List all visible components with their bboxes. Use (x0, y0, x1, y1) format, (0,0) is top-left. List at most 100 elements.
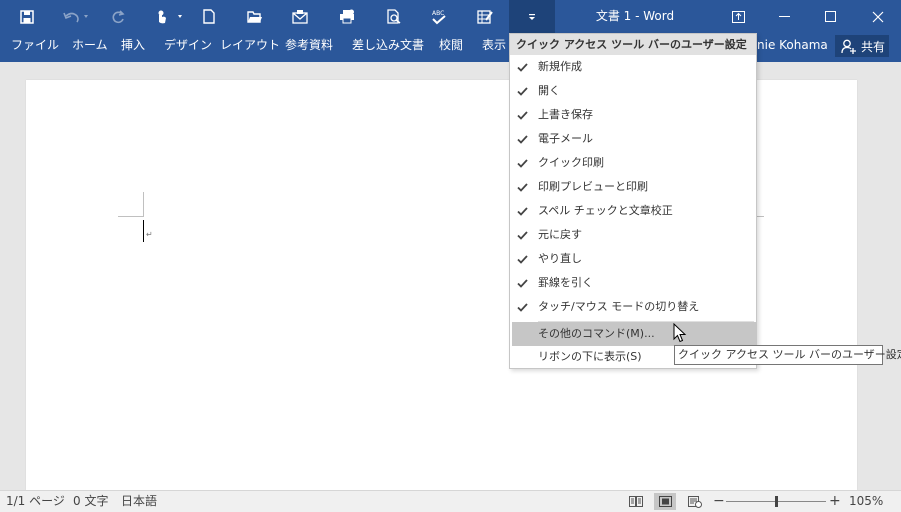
tab-view[interactable]: 表示 (482, 33, 506, 58)
zoom-slider[interactable] (726, 496, 826, 507)
undo-button[interactable] (58, 0, 94, 33)
margin-corner-mark (118, 216, 144, 217)
share-label: 共有 (861, 39, 886, 54)
share-person-icon (841, 39, 856, 54)
checkmark-icon (517, 103, 531, 127)
ribbon-display-icon (731, 10, 745, 23)
checkmark-icon (517, 223, 531, 247)
print-layout-button[interactable] (654, 493, 676, 510)
menu-item-label: リボンの下に表示(S) (538, 350, 642, 363)
share-button[interactable]: 共有 (835, 35, 889, 57)
menu-item-more-commands[interactable]: その他のコマンド(M)... (512, 322, 756, 346)
checkmark-icon (517, 55, 531, 79)
word-count[interactable]: 0 文字 (73, 491, 108, 512)
ribbon-tab-bar: ファイル ホーム 挿入 デザイン レイアウト 参考資料 差し込み文書 校閲 表示… (0, 33, 901, 62)
zoom-in-button[interactable]: + (829, 491, 841, 512)
checkmark-icon (517, 151, 531, 175)
margin-corner-mark (143, 192, 144, 217)
spell-check-icon: ABC (432, 10, 446, 24)
menu-item-touch-mode[interactable]: タッチ/マウス モードの切り替え (510, 295, 756, 319)
customize-qat-menu: クイック アクセス ツール バーのユーザー設定 新規作成 開く 上書き保存 電子… (509, 33, 757, 369)
checkmark-icon (517, 175, 531, 199)
menu-item-spelling[interactable]: スペル チェックと文章校正 (510, 199, 756, 223)
menu-item-email[interactable]: 電子メール (510, 127, 756, 151)
customize-qat-icon (529, 13, 535, 20)
print-preview-icon (386, 9, 400, 24)
tab-home[interactable]: ホーム (72, 33, 108, 58)
maximize-button[interactable] (807, 0, 853, 33)
tab-review[interactable]: 校閲 (439, 33, 463, 58)
minimize-button[interactable] (761, 0, 807, 33)
zoom-slider-thumb[interactable] (774, 496, 778, 507)
quick-print-button[interactable] (336, 0, 358, 33)
close-button[interactable] (855, 0, 901, 33)
new-document-icon (203, 9, 215, 24)
redo-icon (112, 9, 125, 23)
ribbon-display-options-button[interactable] (715, 0, 761, 33)
undo-icon (63, 12, 88, 22)
menu-item-label: 電子メール (538, 132, 593, 145)
read-mode-icon (629, 496, 643, 507)
draw-table-button[interactable] (474, 0, 496, 33)
quick-print-icon (340, 9, 354, 24)
menu-item-print-preview[interactable]: 印刷プレビューと印刷 (510, 175, 756, 199)
checkmark-icon (517, 199, 531, 223)
menu-item-redo[interactable]: やり直し (510, 247, 756, 271)
window-title: 文書 1 - Word (595, 9, 675, 23)
menu-item-label: 上書き保存 (538, 108, 593, 121)
touch-mode-icon (158, 10, 182, 23)
tab-mailings[interactable]: 差し込み文書 (352, 33, 424, 58)
read-mode-button[interactable] (625, 493, 647, 510)
menu-item-label: タッチ/マウス モードの切り替え (538, 300, 700, 313)
checkmark-icon (517, 295, 531, 319)
page-count[interactable]: 1/1 ページ (6, 491, 65, 512)
customize-qat-button[interactable] (509, 0, 555, 33)
print-preview-button[interactable] (383, 0, 405, 33)
touch-mode-button[interactable] (150, 0, 186, 33)
checkmark-icon (517, 247, 531, 271)
menu-item-label: スペル チェックと文章校正 (538, 204, 673, 217)
status-bar: 1/1 ページ 0 文字 日本語 − + 105% (0, 490, 901, 512)
menu-item-draw-table[interactable]: 罫線を引く (510, 271, 756, 295)
redo-button[interactable] (106, 0, 130, 33)
menu-header: クイック アクセス ツール バーのユーザー設定 (510, 34, 756, 55)
open-button[interactable] (244, 0, 266, 33)
menu-item-open[interactable]: 開く (510, 79, 756, 103)
user-account-name[interactable]: nie Kohama (757, 33, 828, 58)
tab-references[interactable]: 参考資料 (285, 33, 333, 58)
save-icon (20, 9, 34, 24)
menu-item-label: やり直し (538, 252, 582, 265)
zoom-level[interactable]: 105% (849, 491, 883, 512)
paragraph-mark-icon: ↵ (146, 230, 153, 239)
tab-layout[interactable]: レイアウト (220, 33, 280, 58)
menu-item-label: その他のコマンド(M)... (538, 327, 655, 340)
menu-item-label: 罫線を引く (538, 276, 593, 289)
maximize-icon (824, 11, 836, 22)
language-indicator[interactable]: 日本語 (121, 491, 157, 512)
menu-item-new[interactable]: 新規作成 (510, 55, 756, 79)
draw-table-icon (477, 10, 493, 24)
menu-item-undo[interactable]: 元に戻す (510, 223, 756, 247)
spell-check-button[interactable]: ABC (428, 0, 450, 33)
menu-item-label: 印刷プレビューと印刷 (538, 180, 648, 193)
minimize-icon (778, 15, 790, 17)
menu-item-label: クイック印刷 (538, 156, 604, 169)
tab-file[interactable]: ファイル (11, 33, 59, 58)
zoom-out-button[interactable]: − (713, 491, 725, 512)
web-layout-button[interactable] (684, 493, 706, 510)
tab-design[interactable]: デザイン (164, 33, 212, 58)
document-area (0, 62, 901, 490)
title-bar: ABC 文書 1 - Word (0, 0, 901, 33)
new-document-button[interactable] (198, 0, 220, 33)
menu-item-quick-print[interactable]: クイック印刷 (510, 151, 756, 175)
email-button[interactable] (289, 0, 311, 33)
save-button[interactable] (14, 0, 40, 33)
menu-item-save[interactable]: 上書き保存 (510, 103, 756, 127)
print-layout-icon (658, 496, 672, 507)
text-cursor (143, 220, 144, 242)
checkmark-icon (517, 79, 531, 103)
tooltip: クイック アクセス ツール バーのユーザー設定 (674, 345, 901, 365)
menu-item-label: 新規作成 (538, 60, 582, 73)
tab-insert[interactable]: 挿入 (121, 33, 145, 58)
checkmark-icon (517, 127, 531, 151)
